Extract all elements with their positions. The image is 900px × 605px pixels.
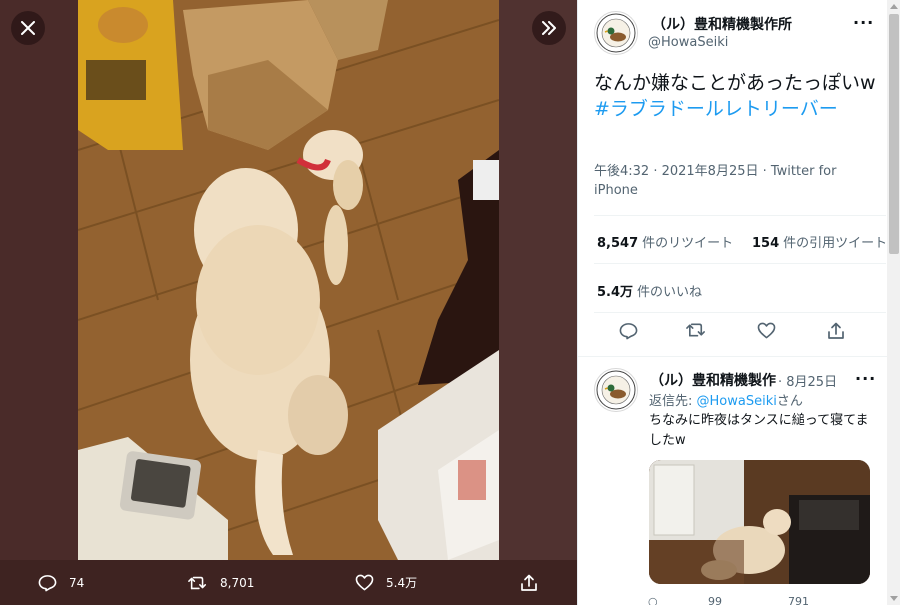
viewer-share-button[interactable] [520,560,550,605]
expand-panel-button[interactable] [532,11,566,45]
viewer-reply-button[interactable]: 74 [38,560,84,605]
tweet-photo[interactable] [78,0,499,560]
retweet-icon [188,576,207,589]
viewer-like-button[interactable]: 5.4万 [355,560,417,605]
reply-to-suffix: さん [776,394,803,409]
chevron-double-right-icon [542,21,556,35]
retweet-icon[interactable] [686,322,707,338]
viewer-retweet-count: 8,701 [220,575,255,590]
reply-retweet-count[interactable]: 99 [708,595,722,605]
divider [578,356,888,357]
reply-text: ちなみに昨夜はタンスに縋って寝てましたw [649,413,869,448]
share-icon[interactable] [827,322,845,340]
close-icon [21,21,35,35]
tweet-timestamp[interactable]: 午後4:32 · 2021年8月25日 · Twitter for iPhone [594,162,844,200]
viewer-reply-count: 74 [69,575,85,590]
scroll-down-arrow-icon[interactable] [890,596,898,601]
divider [594,215,886,216]
reply-reply-icon[interactable]: ○ [648,595,658,605]
reply-author-name[interactable]: （ル）豊和精機製作 [650,370,776,390]
viewer-backdrop-right [499,0,577,560]
viewer-backdrop-left [0,0,78,560]
divider [594,312,886,313]
quote-count-label: 件の引用ツイート [783,236,888,251]
reply-to-line: 返信先: @HowaSeikiさん [649,390,803,409]
reply-photo[interactable] [649,460,870,584]
scroll-thumb[interactable] [889,14,899,254]
more-options-icon[interactable]: ··· [853,13,874,32]
like-count-value: 5.4万 [597,285,634,300]
heart-icon [355,574,374,591]
reply-action-row: ○ 99 791 [648,595,878,605]
author-name[interactable]: （ル）豊和精機製作所 [652,14,792,34]
reply-like-count[interactable]: 791 [788,595,809,605]
share-icon [521,574,537,591]
reply-author-avatar[interactable] [594,368,638,412]
reply-icon[interactable] [619,322,638,340]
viewer-like-count: 5.4万 [386,576,418,590]
scrollbar[interactable] [887,0,900,605]
tweet-hashtag[interactable]: #ラブラドールレトリーバー [594,96,884,122]
viewer-retweet-button[interactable]: 8,701 [188,560,254,605]
quote-count-stat[interactable]: 154 件の引用ツイート [752,232,887,251]
reply-date[interactable]: · 8月25日 [778,371,837,390]
tweet-detail-panel: （ル）豊和精機製作所 @HowaSeiki ··· なんか嫌なことがあったっぽい… [577,0,900,605]
close-button[interactable] [11,11,45,45]
like-count-label: 件のいいね [637,285,703,300]
reply-icon [38,574,57,591]
viewer-action-bar: 74 8,701 5.4万 [0,560,577,605]
scroll-up-arrow-icon[interactable] [890,4,898,9]
howa-logo-avatar [596,370,636,410]
retweet-count-stat[interactable]: 8,547 件のリツイート [597,232,733,251]
tweet-action-row [578,322,878,348]
tweet-body: なんか嫌なことがあったっぽいw #ラブラドールレトリーバー [594,70,884,122]
author-avatar[interactable] [594,11,638,55]
heart-icon[interactable] [757,322,776,339]
reply-more-options-icon[interactable]: ··· [855,369,876,388]
howa-logo-avatar [596,13,636,53]
retweet-count-value: 8,547 [597,236,639,251]
reply-to-prefix: 返信先: [649,394,697,409]
like-count-stat[interactable]: 5.4万 件のいいね [597,281,702,300]
quote-count-value: 154 [752,236,780,251]
author-handle[interactable]: @HowaSeiki [648,35,728,50]
reply-photo-image [649,460,870,584]
media-viewer: 74 8,701 5.4万 [0,0,577,605]
tweet-text: なんか嫌なことがあったっぽいw [594,72,876,94]
divider [594,263,886,264]
reply-to-mention[interactable]: @HowaSeiki [697,394,777,409]
retweet-count-label: 件のリツイート [642,236,734,251]
